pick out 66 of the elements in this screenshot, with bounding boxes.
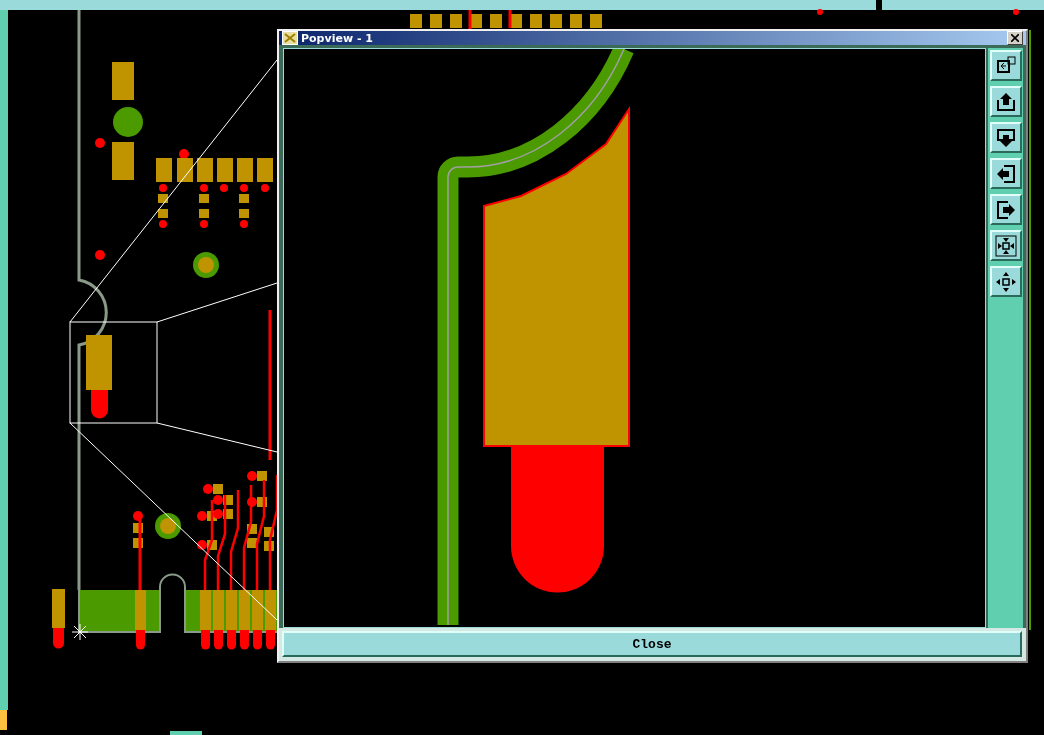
smd-pad (197, 158, 213, 182)
component-footprint (239, 184, 249, 228)
drill-dot (261, 184, 269, 192)
trace (508, 10, 512, 28)
component-footprint (158, 184, 168, 228)
app-icon (282, 31, 298, 45)
smd-pad (257, 158, 273, 182)
smd-pad (156, 158, 172, 182)
component-footprint (213, 495, 233, 505)
component-footprint (247, 471, 267, 481)
close-button[interactable] (1007, 31, 1023, 45)
zoom-fit-button[interactable] (989, 230, 1022, 261)
smd-pad (410, 14, 422, 28)
close-button[interactable]: Close (282, 631, 1022, 657)
smd-pad (112, 142, 134, 180)
smd-pad (430, 14, 442, 28)
component-footprint (199, 184, 209, 228)
pan-down-icon (994, 126, 1017, 149)
smd-pad (217, 158, 233, 182)
via (113, 107, 143, 137)
pan-up-icon (994, 90, 1017, 113)
drill-dot (817, 9, 823, 15)
drill-dot (179, 149, 189, 159)
smd-pad (177, 158, 193, 182)
component-footprint (197, 540, 217, 550)
pan-right-icon (994, 198, 1017, 221)
component-footprint (203, 484, 223, 494)
panel-edge (170, 731, 202, 735)
trace (468, 10, 472, 30)
edge-finger (52, 589, 65, 649)
via (155, 513, 181, 539)
pan-down-button[interactable] (989, 122, 1022, 153)
edge-finger (265, 590, 276, 650)
smd-pad (112, 62, 134, 100)
edge-finger (200, 590, 211, 650)
drill-dot (220, 184, 228, 192)
smd-pad (450, 14, 462, 28)
pan-right-button[interactable] (989, 194, 1022, 225)
zoom-out-button[interactable] (989, 266, 1022, 297)
smd-pad (570, 14, 582, 28)
smd-pad (237, 158, 253, 182)
pan-up-button[interactable] (989, 86, 1022, 117)
drill-dot (1013, 9, 1019, 15)
drill-dot (95, 138, 105, 148)
close-icon (1011, 34, 1019, 42)
edge-finger (226, 590, 237, 650)
smd-pad (530, 14, 542, 28)
component-footprint (133, 511, 143, 548)
edge-finger (213, 590, 224, 650)
crosshair-cursor (71, 623, 89, 641)
trace (138, 520, 142, 590)
edge-finger (239, 590, 250, 650)
smd-pad (490, 14, 502, 28)
zoom-out-icon (994, 270, 1017, 293)
drill-dot (95, 250, 105, 260)
component-footprint (247, 497, 267, 507)
edge-finger (135, 590, 146, 650)
edge-finger (252, 590, 263, 650)
smd-pad (550, 14, 562, 28)
window-title: Popview - 1 (301, 31, 374, 45)
component-footprint (213, 509, 233, 519)
smd-pad (590, 14, 602, 28)
zoom-fit-icon (994, 234, 1017, 257)
pan-left-button[interactable] (989, 158, 1022, 189)
zoom-window-button[interactable] (989, 50, 1022, 81)
via (193, 252, 219, 278)
